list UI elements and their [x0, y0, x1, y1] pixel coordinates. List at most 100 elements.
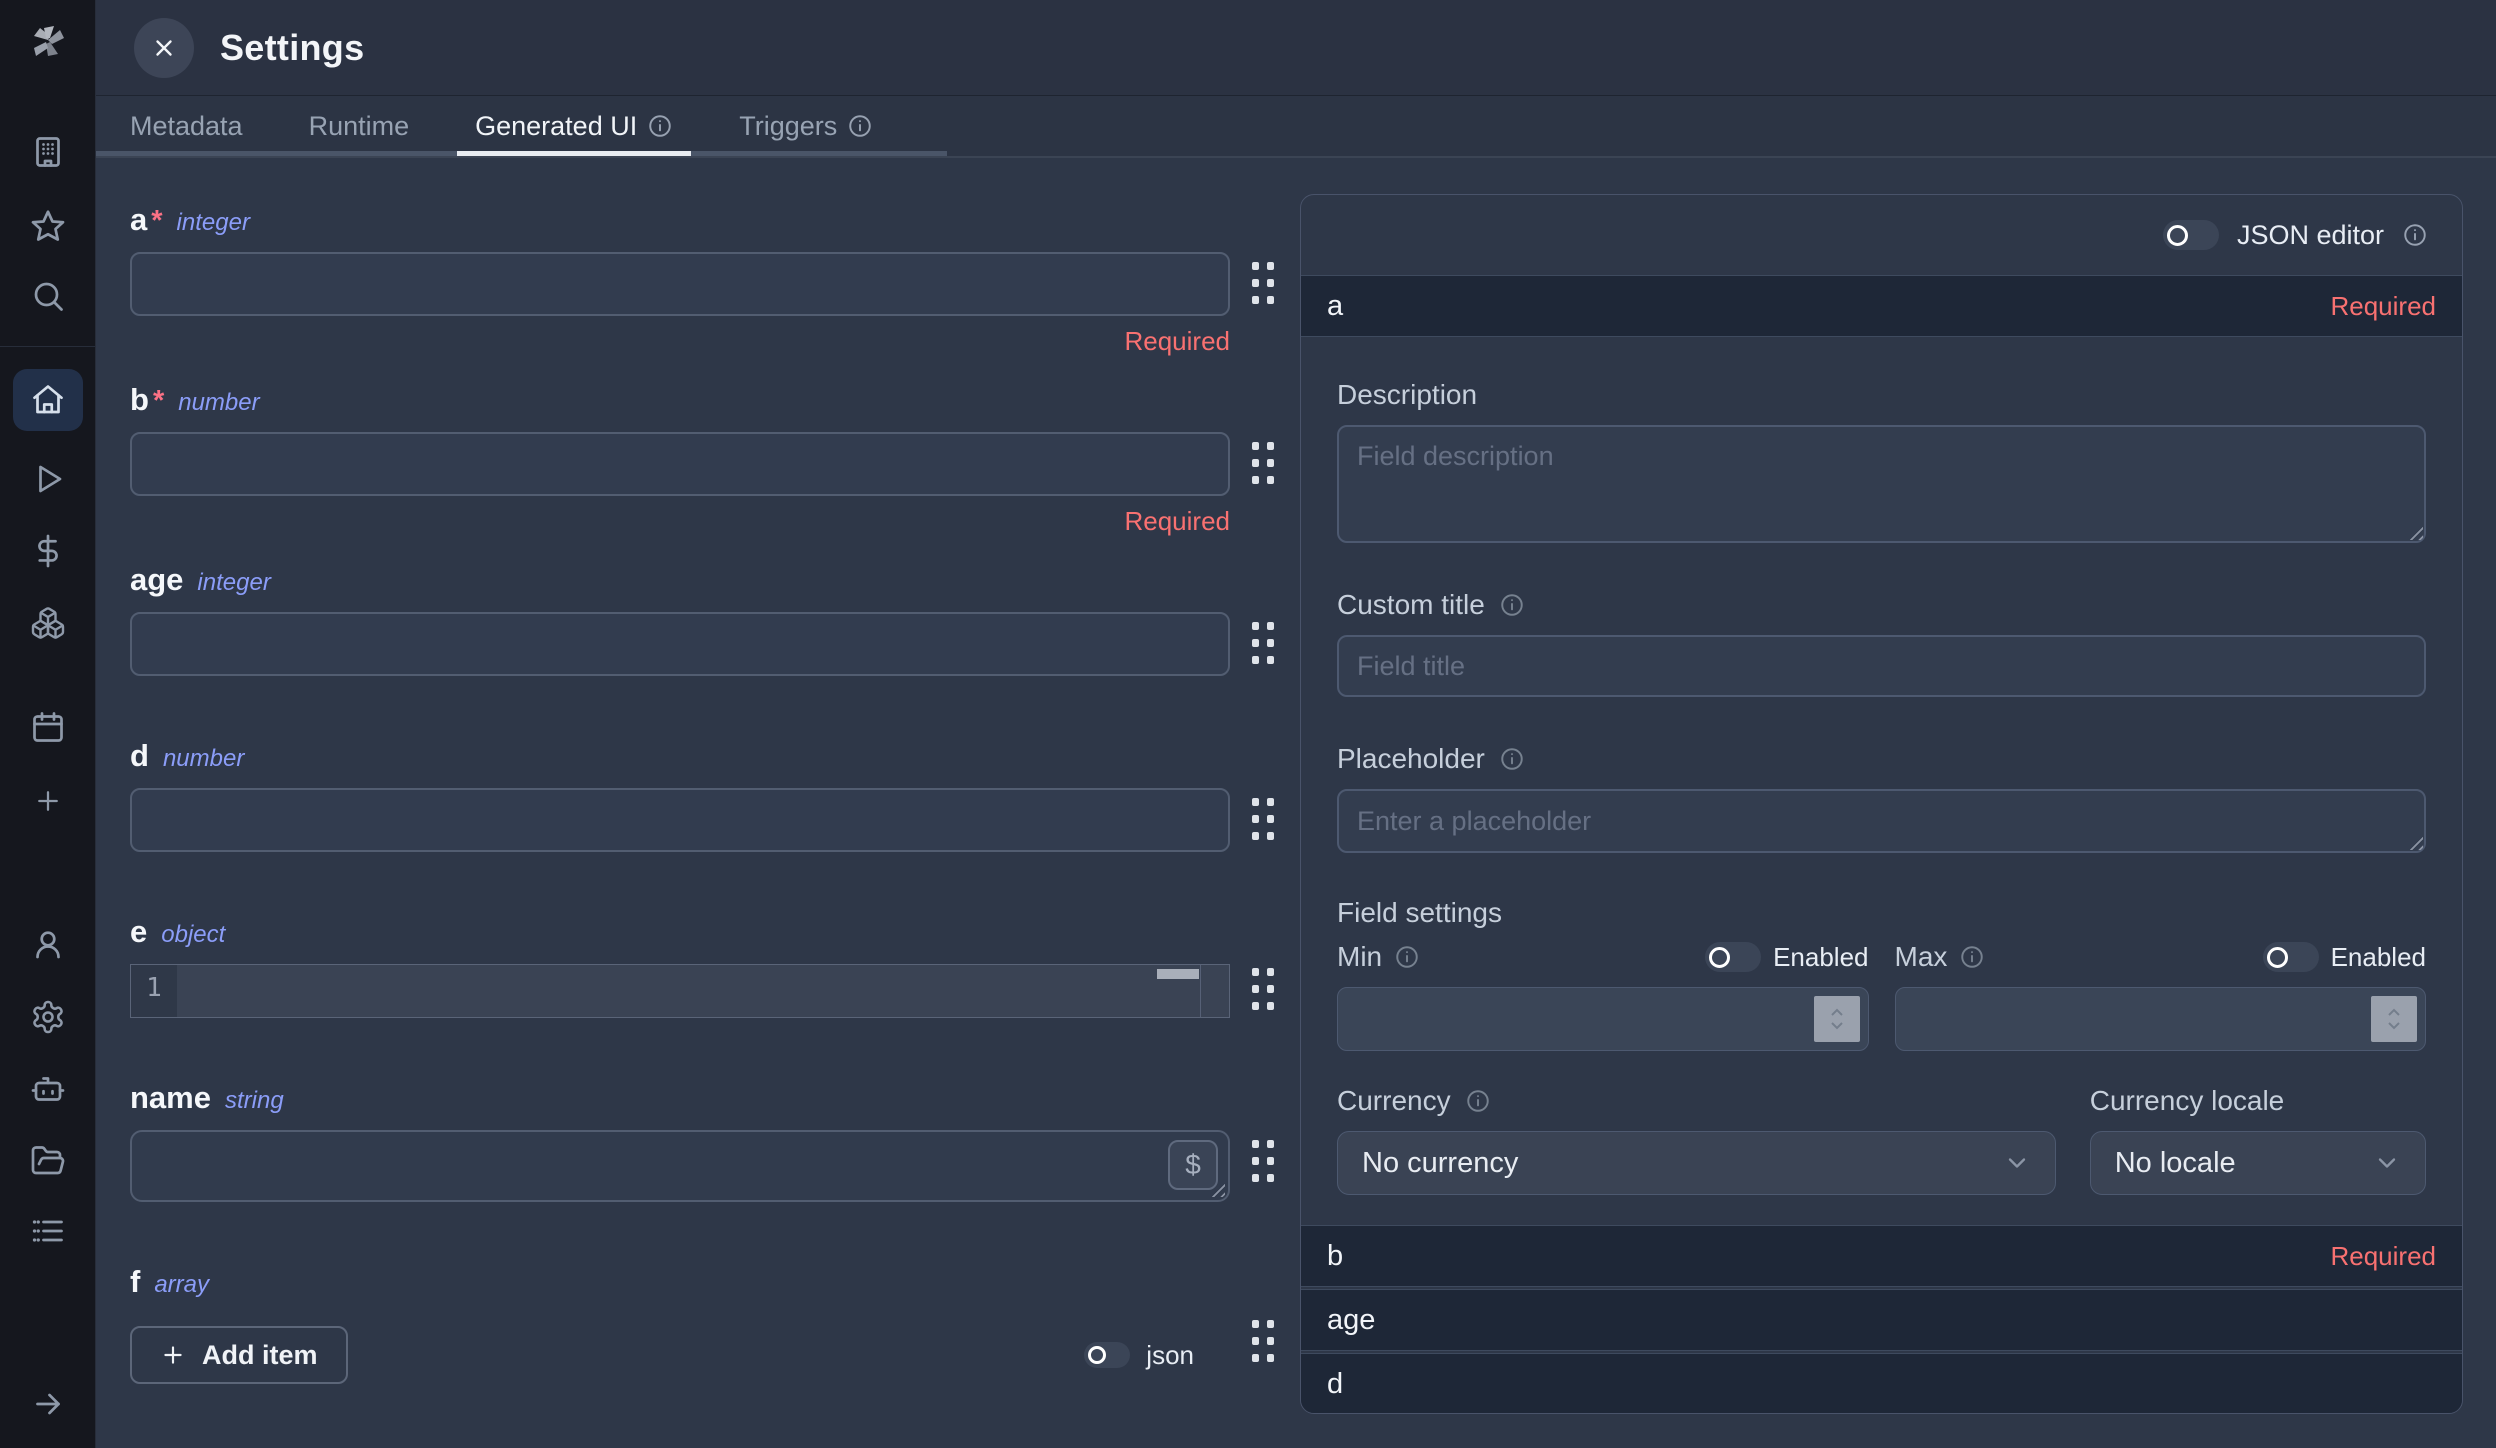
close-button[interactable] — [134, 18, 194, 78]
generated-ui-content: a* integer Required b* number Required — [96, 160, 2496, 1448]
inspector-row-d[interactable]: d — [1301, 1353, 2462, 1414]
tab-metadata[interactable]: Metadata — [130, 96, 243, 156]
field-type-label: array — [154, 1271, 209, 1299]
field-type-label: integer — [177, 209, 250, 237]
required-badge: Required — [2330, 1241, 2436, 1272]
info-icon[interactable] — [647, 113, 673, 139]
windmill-logo[interactable] — [24, 18, 72, 66]
sidebar-item-resources[interactable] — [24, 599, 72, 647]
drag-handle[interactable] — [1252, 1320, 1274, 1362]
json-editor-row: JSON editor — [1301, 195, 2462, 275]
currency-locale-setting: Currency locale No locale — [2090, 1085, 2426, 1195]
required-error: Required — [130, 326, 1230, 358]
drag-handle[interactable] — [1252, 968, 1274, 1010]
json-toggle[interactable] — [1084, 1342, 1130, 1368]
form-preview: a* integer Required b* number Required — [130, 202, 1230, 1446]
max-setting: Max Enabled — [1895, 941, 2427, 1051]
sidebar-collapse-arrow-icon[interactable] — [24, 1380, 72, 1428]
required-asterisk: * — [151, 205, 162, 238]
field-name-label: e — [130, 914, 147, 950]
info-icon[interactable] — [1394, 944, 1420, 970]
field-a-input[interactable] — [130, 252, 1230, 316]
required-asterisk: * — [153, 385, 164, 418]
inspector-field-editor: Description Custom title Placeholder — [1301, 379, 2462, 1225]
sidebar-item-ai-bot-icon[interactable] — [24, 1065, 72, 1113]
drag-handle[interactable] — [1252, 442, 1274, 484]
info-icon[interactable] — [847, 113, 873, 139]
number-spinner[interactable] — [1814, 996, 1860, 1042]
sidebar-item-settings-gear-icon[interactable] — [24, 993, 72, 1041]
drag-handle[interactable] — [1252, 262, 1274, 304]
sidebar-item-schedules[interactable] — [24, 703, 72, 751]
min-number-input[interactable] — [1337, 987, 1869, 1051]
sidebar-item-folders-icon[interactable] — [24, 1137, 72, 1185]
field-d-input[interactable] — [130, 788, 1230, 852]
drag-handle[interactable] — [1252, 622, 1274, 664]
min-enabled-toggle[interactable] — [1705, 942, 1761, 972]
max-enabled-label: Enabled — [2331, 942, 2426, 973]
field-name-label: b — [130, 382, 149, 418]
sidebar-item-variables[interactable] — [24, 527, 72, 575]
tab-generated-ui[interactable]: Generated UI — [475, 96, 673, 156]
tab-triggers[interactable]: Triggers — [739, 96, 873, 156]
sidebar-divider — [0, 346, 96, 347]
number-spinner[interactable] — [2371, 996, 2417, 1042]
currency-select[interactable]: No currency — [1337, 1131, 2056, 1195]
sidebar-item-runs[interactable] — [24, 455, 72, 503]
min-label: Min — [1337, 941, 1382, 973]
inspector-row-age[interactable]: age — [1301, 1289, 2462, 1351]
field-age-input[interactable] — [130, 612, 1230, 676]
drag-handle[interactable] — [1252, 1140, 1274, 1182]
sidebar-add-button[interactable] — [24, 777, 72, 825]
info-icon[interactable] — [1499, 746, 1525, 772]
field-a: a* integer Required — [130, 202, 1230, 358]
sidebar-item-logs-list-icon[interactable] — [24, 1207, 72, 1255]
drag-handle[interactable] — [1252, 798, 1274, 840]
description-textarea[interactable] — [1337, 425, 2426, 543]
info-icon[interactable] — [1499, 592, 1525, 618]
json-code-editor[interactable]: 1 — [130, 964, 1230, 1018]
info-icon[interactable] — [2402, 222, 2428, 248]
currency-locale-select[interactable]: No locale — [2090, 1131, 2426, 1195]
field-name-label: name — [130, 1080, 211, 1116]
field-d: d number — [130, 738, 1230, 852]
currency-setting: Currency No currency — [1337, 1085, 2056, 1195]
min-enabled-label: Enabled — [1773, 942, 1868, 973]
field-type-label: number — [163, 745, 244, 773]
search-icon[interactable] — [24, 272, 72, 320]
max-number-input[interactable] — [1895, 987, 2427, 1051]
field-age: age integer — [130, 562, 1230, 676]
field-type-label: string — [225, 1087, 284, 1115]
favorites-star-icon[interactable] — [24, 202, 72, 250]
custom-title-input[interactable] — [1337, 635, 2426, 697]
json-editor-toggle[interactable] — [2163, 220, 2219, 250]
info-icon[interactable] — [1959, 944, 1985, 970]
inspector-row-a[interactable]: a Required — [1301, 275, 2462, 337]
min-setting: Min Enabled — [1337, 941, 1869, 1051]
sidebar-item-home[interactable] — [13, 369, 83, 431]
field-name-textarea[interactable]: $ — [130, 1130, 1230, 1202]
field-b: b* number Required — [130, 382, 1230, 538]
info-icon[interactable] — [1465, 1088, 1491, 1114]
variable-picker-button[interactable]: $ — [1168, 1140, 1218, 1190]
placeholder-label: Placeholder — [1337, 743, 1485, 775]
workspace-building-icon[interactable] — [24, 128, 72, 176]
placeholder-textarea[interactable] — [1337, 789, 2426, 853]
field-settings-label: Field settings — [1337, 897, 1502, 929]
field-name-label: d — [130, 738, 149, 774]
editor-horizontal-scrollbar[interactable] — [1157, 969, 1199, 979]
field-inspector-panel: JSON editor a Required Description Custo… — [1300, 194, 2463, 1414]
currency-label: Currency — [1337, 1085, 1451, 1117]
field-b-input[interactable] — [130, 432, 1230, 496]
add-item-button[interactable]: Add item — [130, 1326, 348, 1384]
max-enabled-toggle[interactable] — [2263, 942, 2319, 972]
required-error: Required — [130, 506, 1230, 538]
inspector-row-b[interactable]: b Required — [1301, 1225, 2462, 1287]
plus-icon — [160, 1342, 186, 1368]
field-name-label: f — [130, 1264, 140, 1300]
field-type-label: object — [161, 921, 225, 949]
chevron-down-icon — [2373, 1149, 2401, 1177]
tab-runtime[interactable]: Runtime — [309, 96, 410, 156]
field-name: name string $ — [130, 1080, 1230, 1202]
sidebar-item-users[interactable] — [24, 921, 72, 969]
